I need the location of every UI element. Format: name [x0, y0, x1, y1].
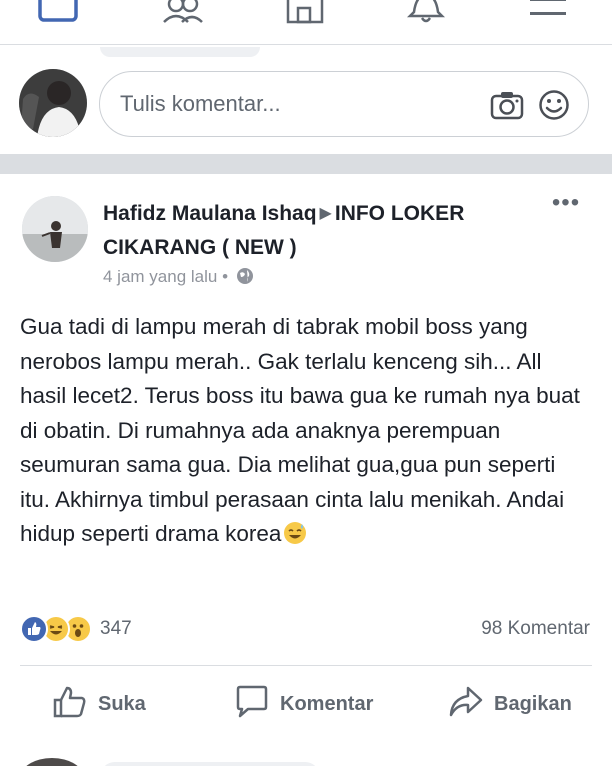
menu-icon[interactable]	[528, 0, 574, 24]
comment-placeholder: Tulis komentar...	[120, 91, 281, 116]
speech-bubble-icon	[234, 685, 270, 724]
post-header-title: Hafidz Maulana Ishaq ▶ INFO LOKER CIKARANG…	[103, 198, 533, 264]
post-body: Gua tadi di lampu merah di tabrak mobil …	[20, 310, 590, 556]
thumbs-up-icon	[52, 685, 88, 724]
section-divider	[0, 154, 612, 174]
more-options-button[interactable]: •••	[548, 191, 584, 220]
author-name[interactable]: Hafidz Maulana Ishaq	[103, 202, 317, 225]
next-comment-bubble	[100, 762, 320, 766]
actions-divider	[20, 665, 592, 666]
reactions-summary[interactable]: 347	[20, 614, 132, 644]
share-arrow-icon	[448, 685, 484, 724]
next-comment-avatar	[20, 758, 84, 766]
next-comment-peek	[0, 758, 612, 766]
comment-composer: Tulis komentar...	[0, 45, 612, 153]
comment-button[interactable]: Komentar	[234, 684, 373, 724]
comment-input[interactable]: Tulis komentar...	[99, 71, 589, 137]
notifications-icon[interactable]	[406, 0, 452, 24]
marketplace-icon[interactable]	[284, 0, 330, 24]
arrow-right-icon: ▶	[319, 205, 332, 222]
meta-separator: •	[222, 267, 229, 286]
emoji-icon[interactable]	[538, 89, 570, 126]
feed-icon[interactable]	[38, 0, 84, 24]
current-user-avatar[interactable]	[19, 69, 87, 137]
author-avatar[interactable]	[22, 196, 88, 262]
feed-post: Hafidz Maulana Ishaq ▶ INFO LOKER CIKARANG…	[0, 174, 612, 766]
post-meta: 4 jam yang lalu •	[103, 267, 254, 290]
previous-comment-bubble	[100, 47, 260, 57]
like-label: Suka	[98, 692, 146, 715]
friends-icon[interactable]	[160, 0, 206, 24]
share-button[interactable]: Bagikan	[448, 684, 572, 724]
sweat-smile-emoji-icon	[283, 521, 307, 556]
post-text: Gua tadi di lampu merah di tabrak mobil …	[20, 314, 580, 546]
post-timestamp[interactable]: 4 jam yang lalu	[103, 267, 217, 286]
top-navigation-bar	[0, 0, 612, 45]
reaction-count: 347	[100, 618, 132, 639]
camera-icon[interactable]	[490, 90, 524, 125]
comment-count-link[interactable]: 98 Komentar	[481, 618, 590, 640]
post-actions: Suka Komentar Bagikan	[0, 684, 612, 724]
comment-label: Komentar	[280, 692, 374, 715]
share-label: Bagikan	[494, 692, 572, 715]
globe-icon	[236, 267, 254, 290]
like-button[interactable]: Suka	[52, 684, 146, 724]
facebook-mobile-screen: Tulis komentar... Hafidz Maulana Ishaq ▶ I…	[0, 0, 612, 766]
like-reaction-icon	[20, 615, 48, 643]
